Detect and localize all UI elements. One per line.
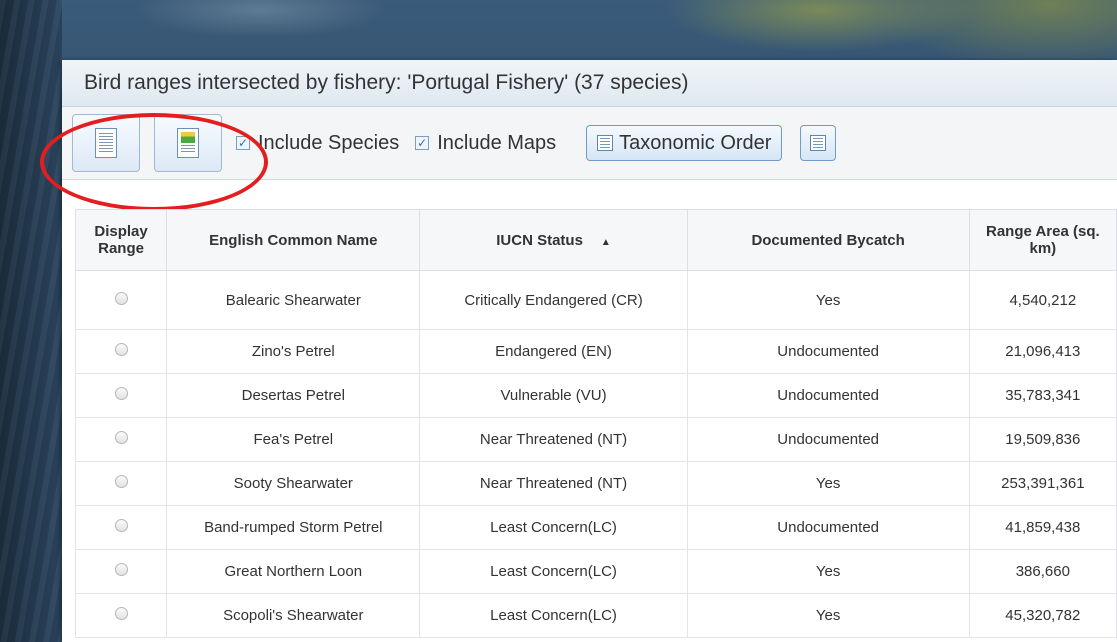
panel-title: Bird ranges intersected by fishery: 'Por… <box>84 71 689 94</box>
bycatch-cell: Yes <box>686 549 970 594</box>
sort-ascending-icon: ▲ <box>600 236 611 248</box>
range-area-cell: 21,096,413 <box>968 329 1117 374</box>
display-range-radio[interactable] <box>114 563 128 576</box>
bycatch-cell: Undocumented <box>686 373 970 418</box>
common-name-cell: Balearic Shearwater <box>166 270 421 330</box>
iucn-status-cell: Endangered (EN) <box>419 329 688 374</box>
display-range-cell <box>74 549 168 594</box>
bycatch-cell: Yes <box>686 593 970 638</box>
display-range-cell <box>74 329 168 374</box>
map-document-icon <box>177 128 199 158</box>
include-maps-checkbox[interactable]: ✓ <box>415 136 430 150</box>
table-row: Zino's Petrel Endangered (EN) Undocument… <box>74 329 1117 374</box>
display-range-cell <box>74 270 168 330</box>
iucn-status-cell: Least Concern(LC) <box>419 549 688 594</box>
display-range-radio[interactable] <box>114 291 128 305</box>
include-species-checkbox[interactable]: ✓ <box>236 136 250 150</box>
display-range-cell <box>74 505 168 550</box>
table-row: Great Northern Loon Least Concern(LC) Ye… <box>74 549 1117 594</box>
common-name-cell: Fea's Petrel <box>166 417 421 462</box>
display-range-cell <box>74 373 168 418</box>
map-left-edge <box>0 0 62 642</box>
iucn-status-cell: Near Threatened (NT) <box>419 417 688 462</box>
range-area-cell: 41,859,438 <box>968 505 1117 550</box>
display-range-cell <box>74 461 168 506</box>
display-range-radio[interactable] <box>114 519 128 532</box>
common-name-cell: Band-rumped Storm Petrel <box>166 505 421 550</box>
common-name-cell: Sooty Shearwater <box>166 461 421 506</box>
taxonomic-order-button[interactable]: Taxonomic Order <box>586 125 783 161</box>
range-area-cell: 253,391,361 <box>968 461 1117 506</box>
table-row: Sooty Shearwater Near Threatened (NT) Ye… <box>74 461 1117 506</box>
iucn-status-cell: Near Threatened (NT) <box>419 461 688 506</box>
report-button[interactable] <box>72 114 140 172</box>
common-name-cell: Desertas Petrel <box>166 373 421 418</box>
include-species-label: Include Species <box>258 131 400 154</box>
bycatch-cell: Yes <box>686 270 970 330</box>
table-row: Desertas Petrel Vulnerable (VU) Undocume… <box>74 373 1117 418</box>
taxonomic-order-label: Taxonomic Order <box>619 131 772 154</box>
iucn-status-cell: Vulnerable (VU) <box>419 373 688 418</box>
iucn-status-cell: Least Concern(LC) <box>419 593 688 638</box>
range-area-cell: 386,660 <box>968 549 1117 594</box>
bycatch-cell: Undocumented <box>686 505 970 550</box>
table-row: Band-rumped Storm Petrel Least Concern(L… <box>74 505 1117 550</box>
range-area-cell: 4,540,212 <box>968 270 1117 330</box>
table-row: Balearic Shearwater Critically Endangere… <box>74 270 1117 330</box>
header-iucn-status-label: IUCN Status <box>496 231 583 249</box>
bycatch-cell: Yes <box>686 461 970 506</box>
display-range-radio[interactable] <box>114 475 128 488</box>
toolbar: ✓ Include Species ✓ Include Maps Taxonom… <box>62 107 1117 180</box>
display-range-radio[interactable] <box>114 387 128 400</box>
species-table: Display Range English Common Name IUCN S… <box>74 209 1117 638</box>
iucn-status-cell: Least Concern(LC) <box>419 505 688 550</box>
iucn-status-cell: Critically Endangered (CR) <box>419 270 688 330</box>
settings-button[interactable] <box>800 125 837 161</box>
display-range-cell <box>74 593 168 638</box>
bycatch-cell: Undocumented <box>686 417 970 462</box>
range-area-cell: 45,320,782 <box>968 593 1117 638</box>
display-range-cell <box>74 417 168 462</box>
panel-header: Bird ranges intersected by fishery: 'Por… <box>62 60 1117 107</box>
display-range-radio[interactable] <box>114 607 128 620</box>
range-area-cell: 19,509,836 <box>968 417 1117 462</box>
display-range-radio[interactable] <box>114 431 128 444</box>
display-range-radio[interactable] <box>114 343 128 356</box>
include-species-option[interactable]: ✓ Include Species <box>236 132 399 155</box>
table-header-row: Display Range English Common Name IUCN S… <box>74 209 1117 271</box>
document-icon <box>95 128 117 158</box>
header-iucn-status[interactable]: IUCN Status ▲ <box>419 209 688 271</box>
species-table-container: Display Range English Common Name IUCN S… <box>74 209 1117 638</box>
list-icon <box>597 135 614 151</box>
common-name-cell: Zino's Petrel <box>166 329 421 374</box>
bycatch-cell: Undocumented <box>686 329 970 374</box>
include-maps-label: Include Maps <box>437 131 557 154</box>
table-row: Fea's Petrel Near Threatened (NT) Undocu… <box>74 417 1117 462</box>
common-name-cell: Great Northern Loon <box>166 549 421 594</box>
header-common-name[interactable]: English Common Name <box>166 209 421 271</box>
header-display-range[interactable]: Display Range <box>74 209 168 271</box>
table-row: Scopoli's Shearwater Least Concern(LC) Y… <box>74 593 1117 638</box>
header-bycatch[interactable]: Documented Bycatch <box>686 209 970 271</box>
settings-icon <box>810 135 827 151</box>
map-report-button[interactable] <box>154 114 222 172</box>
header-range-area[interactable]: Range Area (sq. km) <box>968 209 1117 271</box>
include-maps-option[interactable]: ✓ Include Maps <box>415 132 556 155</box>
common-name-cell: Scopoli's Shearwater <box>166 593 421 638</box>
range-area-cell: 35,783,341 <box>968 373 1117 418</box>
